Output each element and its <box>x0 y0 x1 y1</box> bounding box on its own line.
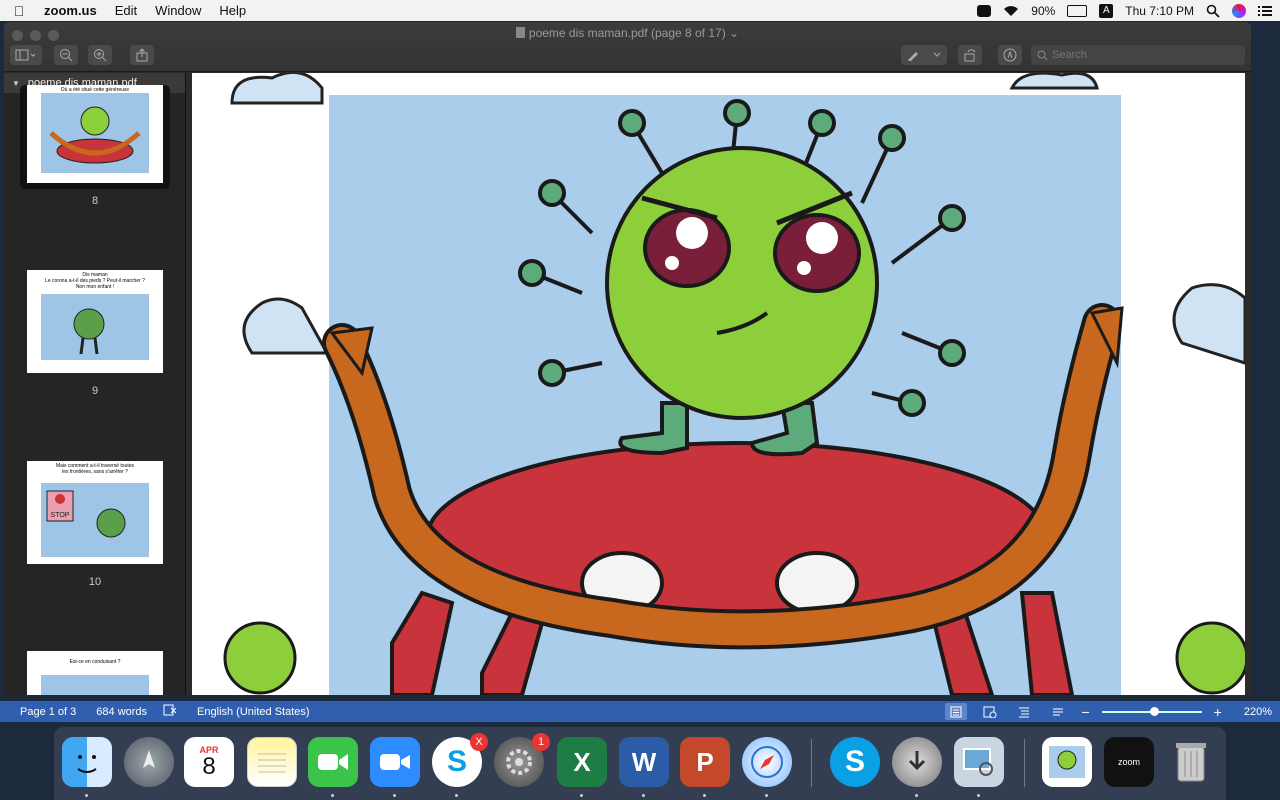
disclosure-triangle-icon[interactable]: ▼ <box>12 79 20 88</box>
notification-center-icon[interactable] <box>1258 5 1272 17</box>
draft-view-icon[interactable] <box>1047 703 1069 720</box>
thumbnail-caption: Dis maman Le corona a-t-il des pieds ? P… <box>45 272 145 290</box>
language-status[interactable]: English (United States) <box>197 706 310 718</box>
zoom-window-minimized[interactable]: zoom <box>1104 737 1154 787</box>
menu-help[interactable]: Help <box>210 3 255 18</box>
search-field[interactable] <box>1031 45 1245 65</box>
launchpad-icon[interactable] <box>124 737 174 787</box>
preview-app-icon[interactable] <box>954 737 1004 787</box>
stop-sign-text: STOP <box>51 512 70 519</box>
zoom-slider[interactable] <box>1101 706 1202 716</box>
thumbnail-art <box>41 93 149 173</box>
battery-icon[interactable] <box>1067 4 1088 17</box>
zoom-percent[interactable]: 220% <box>1244 706 1272 718</box>
zoom-slider-thumb[interactable] <box>1149 706 1159 716</box>
proofing-icon[interactable] <box>163 704 177 719</box>
word-count-status[interactable]: 684 words <box>96 706 147 718</box>
app-menu[interactable]: zoom.us <box>38 3 106 18</box>
share-button[interactable] <box>130 45 154 65</box>
excel-letter: X <box>573 746 591 777</box>
apple-menu-icon[interactable]:  <box>0 3 38 19</box>
notes-icon[interactable] <box>247 737 297 787</box>
word-letter: W <box>631 746 657 777</box>
rotate-button[interactable] <box>958 45 982 65</box>
thumbnail-page-8[interactable]: Où a été situé cette généreuse <box>27 85 163 183</box>
zoom-app-icon[interactable] <box>370 737 420 787</box>
downloads-stack-icon[interactable] <box>892 737 942 787</box>
pdf-document-minimized[interactable] <box>1042 737 1092 787</box>
thumbnail-page-9[interactable]: Dis maman Le corona a-t-il des pieds ? P… <box>27 270 163 373</box>
thumbnail-page-number: 8 <box>91 195 99 207</box>
siri-icon[interactable] <box>1232 3 1246 18</box>
thumbnail-page-number: 10 <box>88 576 102 588</box>
pdf-page-view[interactable] <box>192 73 1245 695</box>
outline-view-icon[interactable] <box>1013 703 1035 720</box>
zoom-out-minus[interactable]: − <box>1081 704 1089 720</box>
safari-icon[interactable] <box>742 737 792 787</box>
title-bar: poeme dis maman.pdf (page 8 of 17) ⌄ <box>4 22 1251 72</box>
page-illustration <box>223 73 1245 695</box>
thumbnail-art <box>41 675 149 695</box>
preview-window: poeme dis maman.pdf (page 8 of 17) ⌄ Sea… <box>4 22 1251 695</box>
facetime-icon[interactable] <box>308 737 358 787</box>
input-source-icon[interactable]: A <box>1099 3 1114 18</box>
settings-badge: 1 <box>532 733 550 751</box>
dock: APR 8 S X 1 X W P S zoom <box>54 727 1226 800</box>
thumbnail-page-11[interactable]: Est-ce en conduisant ? <box>27 651 163 695</box>
window-title[interactable]: poeme dis maman.pdf (page 8 of 17) ⌄ <box>4 26 1251 40</box>
page-count-status[interactable]: Page 1 of 3 <box>20 706 76 718</box>
print-layout-view-icon[interactable] <box>945 703 968 720</box>
menu-bar:  zoom.us Edit Window Help 90% A Thu 7:1… <box>0 0 1280 21</box>
dock-separator <box>811 739 812 787</box>
zoom-minimized-label: zoom <box>1117 757 1140 767</box>
zoom-in-button[interactable] <box>88 45 112 65</box>
thumbnail-page-10[interactable]: Mais comment a-t-il traversé toutes les … <box>27 461 163 564</box>
word-status-bar: Page 1 of 3 684 words English (United St… <box>0 701 1280 722</box>
web-layout-view-icon[interactable] <box>979 703 1001 720</box>
thumbnail-art <box>41 294 149 366</box>
wifi-icon[interactable] <box>1003 5 1019 17</box>
battery-percent: 90% <box>1031 3 1056 18</box>
clock[interactable]: Thu 7:10 PM <box>1125 4 1194 18</box>
thumbnail-sidebar[interactable]: ▼ poeme dis maman.pdf Où a été situé cet… <box>4 73 186 695</box>
thumbnail-page-number: 9 <box>91 385 99 397</box>
markup-pen-button[interactable] <box>901 45 947 65</box>
spotlight-search-icon[interactable] <box>1206 4 1220 18</box>
finder-icon[interactable] <box>62 737 112 787</box>
skype-icon[interactable]: S X <box>432 733 488 787</box>
word-icon[interactable]: W <box>619 737 669 787</box>
thumbnail-caption: Est-ce en conduisant ? <box>69 659 121 665</box>
sidebar-toggle-button[interactable] <box>10 45 42 65</box>
skype-badge: X <box>470 733 488 751</box>
zoom-status-icon[interactable] <box>977 4 992 17</box>
search-icon <box>1037 50 1048 60</box>
search-input[interactable] <box>1052 49 1232 61</box>
skype-letter: S <box>446 745 467 778</box>
menu-edit[interactable]: Edit <box>106 3 146 18</box>
document-icon <box>515 27 525 38</box>
calendar-icon[interactable]: APR 8 <box>184 737 234 787</box>
zoom-in-plus[interactable]: + <box>1214 704 1222 720</box>
zoom-out-button[interactable] <box>54 45 78 65</box>
trash-icon[interactable] <box>1166 737 1216 787</box>
skype-letter: S <box>844 745 865 778</box>
powerpoint-icon[interactable]: P <box>680 737 730 787</box>
dock-separator <box>1024 739 1025 787</box>
thumbnail-art: STOP <box>41 483 149 557</box>
system-preferences-icon[interactable]: 1 <box>494 733 550 787</box>
markup-toolbar-button[interactable] <box>998 45 1022 65</box>
thumbnail-caption: Mais comment a-t-il traversé toutes les … <box>55 463 135 475</box>
powerpoint-letter: P <box>696 746 714 777</box>
window-title-text: poeme dis maman.pdf (page 8 of 17) <box>528 26 726 40</box>
menu-window[interactable]: Window <box>146 3 210 18</box>
skype-for-business-icon[interactable]: S <box>830 737 880 787</box>
calendar-day: 8 <box>202 753 216 780</box>
excel-icon[interactable]: X <box>557 737 607 787</box>
